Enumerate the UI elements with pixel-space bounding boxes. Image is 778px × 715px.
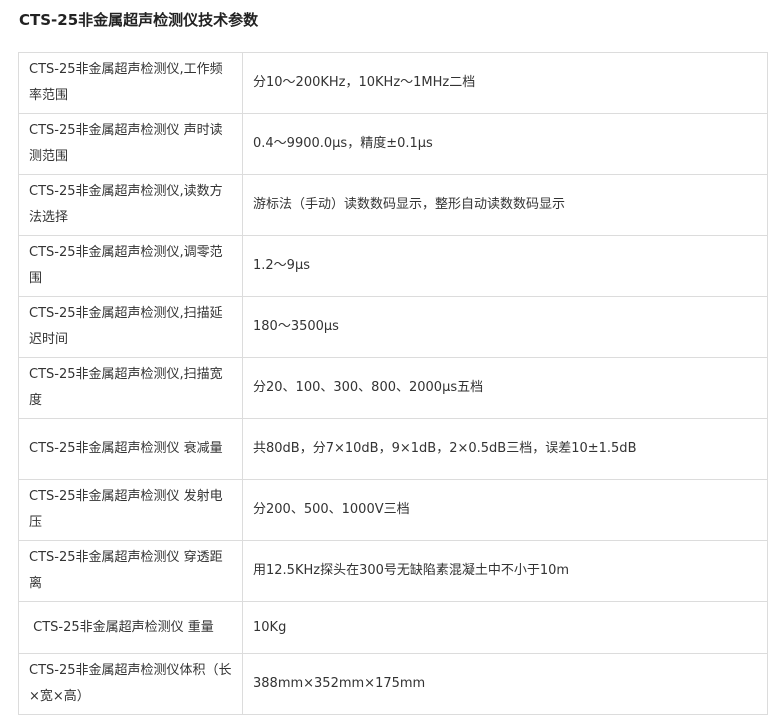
table-row: CTS-25非金属超声检测仪体积（长×宽×高） 388mm×352mm×175m… [18,653,768,715]
param-cell: CTS-25非金属超声检测仪,工作频率范围 [18,52,243,114]
value-cell: 10Kg [242,601,768,654]
value-cell: 分10～200KHz，10KHz～1MHz二档 [242,52,768,114]
table-row: CTS-25非金属超声检测仪,调零范围 1.2～9μs [18,235,768,297]
param-cell: CTS-25非金属超声检测仪,调零范围 [18,235,243,297]
value-cell: 分20、100、300、800、2000μs五档 [242,357,768,419]
value-cell: 0.4～9900.0μs，精度±0.1μs [242,113,768,175]
table-row: CTS-25非金属超声检测仪 穿透距离 用12.5KHz探头在300号无缺陷素混… [18,540,768,602]
table-row: CTS-25非金属超声检测仪 声时读测范围 0.4～9900.0μs，精度±0.… [18,113,768,175]
value-cell: 1.2～9μs [242,235,768,297]
page-title: CTS-25非金属超声检测仪技术参数 [19,11,259,29]
param-cell: CTS-25非金属超声检测仪体积（长×宽×高） [18,653,243,715]
param-cell: CTS-25非金属超声检测仪,扫描宽度 [18,357,243,419]
value-cell: 用12.5KHz探头在300号无缺陷素混凝土中不小于10m [242,540,768,602]
table-row: CTS-25非金属超声检测仪,工作频率范围 分10～200KHz，10KHz～1… [18,52,768,114]
table-row: CTS-25非金属超声检测仪 重量 10Kg [18,601,768,654]
table-row: CTS-25非金属超声检测仪,扫描延迟时间 180～3500μs [18,296,768,358]
table-row: CTS-25非金属超声检测仪 衰减量 共80dB，分7×10dB，9×1dB，2… [18,418,768,480]
param-cell: CTS-25非金属超声检测仪 声时读测范围 [18,113,243,175]
param-cell: CTS-25非金属超声检测仪 衰减量 [18,418,243,480]
table-row: CTS-25非金属超声检测仪,扫描宽度 分20、100、300、800、2000… [18,357,768,419]
spec-table: CTS-25非金属超声检测仪,工作频率范围 分10～200KHz，10KHz～1… [18,52,768,715]
value-cell: 388mm×352mm×175mm [242,653,768,715]
param-cell: CTS-25非金属超声检测仪,读数方法选择 [18,174,243,236]
param-cell: CTS-25非金属超声检测仪 发射电压 [18,479,243,541]
param-cell: CTS-25非金属超声检测仪,扫描延迟时间 [18,296,243,358]
value-cell: 分200、500、1000V三档 [242,479,768,541]
table-row: CTS-25非金属超声检测仪 发射电压 分200、500、1000V三档 [18,479,768,541]
param-cell: CTS-25非金属超声检测仪 穿透距离 [18,540,243,602]
value-cell: 游标法（手动）读数数码显示，整形自动读数数码显示 [242,174,768,236]
param-cell: CTS-25非金属超声检测仪 重量 [18,601,243,654]
value-cell: 180～3500μs [242,296,768,358]
value-cell: 共80dB，分7×10dB，9×1dB，2×0.5dB三档，误差10±1.5dB [242,418,768,480]
table-row: CTS-25非金属超声检测仪,读数方法选择 游标法（手动）读数数码显示，整形自动… [18,174,768,236]
